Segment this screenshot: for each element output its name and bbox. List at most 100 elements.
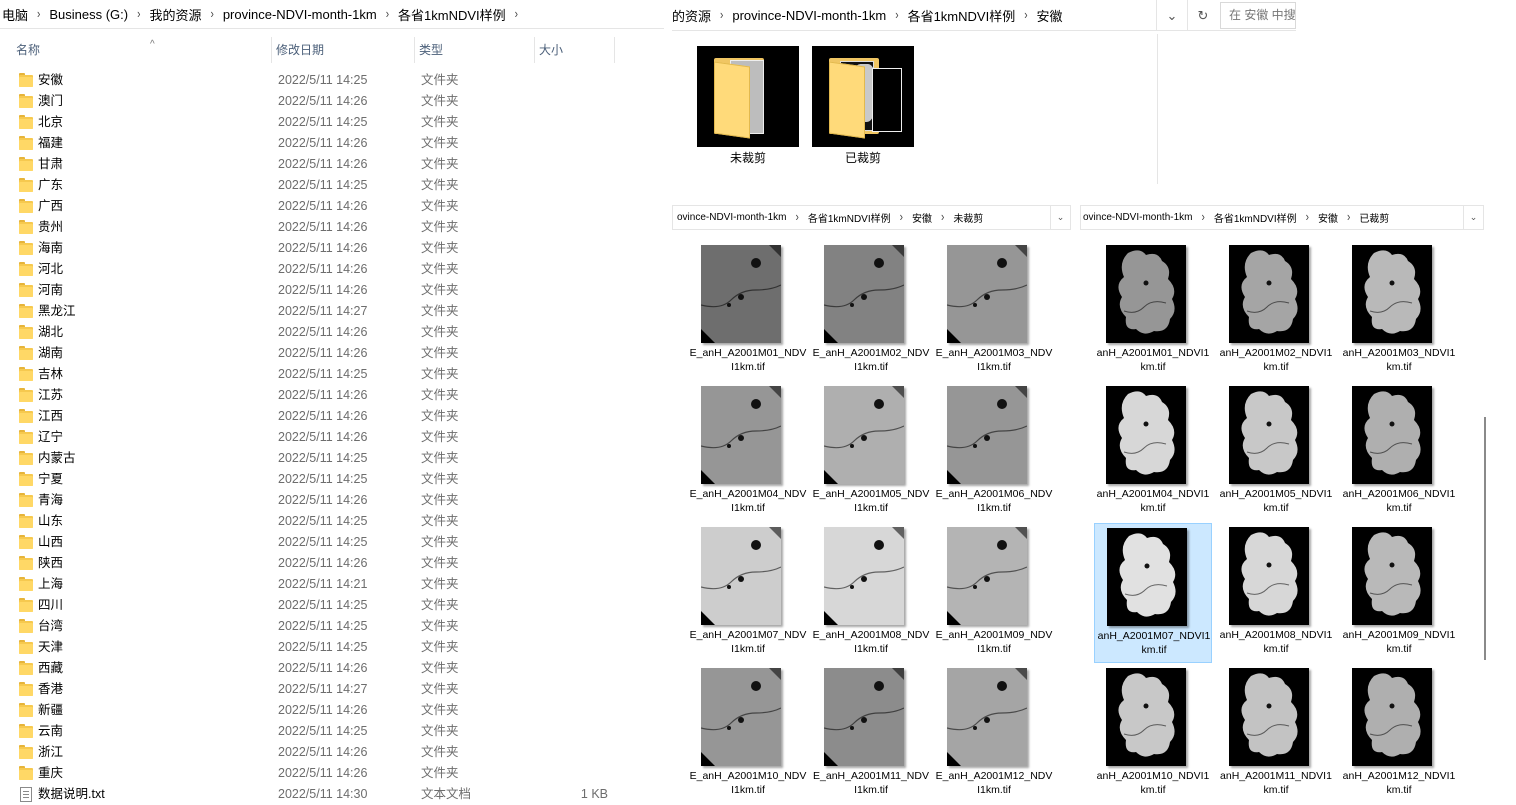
chevron-down-icon[interactable]: ⌄ bbox=[1463, 206, 1483, 229]
file-tile[interactable]: anH_A2001M01_NDVI1 km.tif bbox=[1094, 241, 1212, 381]
column-type[interactable]: 类型 bbox=[417, 37, 535, 63]
list-item[interactable]: 陕西 2022/5/11 14:26 文件夹 bbox=[0, 553, 664, 574]
scrollbar[interactable] bbox=[1484, 417, 1486, 660]
breadcrumb-item[interactable]: ovince-NDVI-month-1km bbox=[1083, 212, 1192, 223]
file-size: 1 KB bbox=[580, 787, 608, 801]
file-tile[interactable]: anH_A2001M09_NDVI1 km.tif bbox=[1340, 523, 1458, 663]
list-item[interactable]: 山西 2022/5/11 14:25 文件夹 bbox=[0, 532, 664, 553]
file-tile[interactable]: E_anH_A2001M01_NDV I1km.tif bbox=[689, 241, 807, 381]
file-name-line2: km.tif bbox=[1140, 361, 1166, 373]
file-tile[interactable]: anH_A2001M12_NDVI1 km.tif bbox=[1340, 664, 1458, 804]
file-tile[interactable]: E_anH_A2001M02_NDV I1km.tif bbox=[812, 241, 930, 381]
file-tile[interactable]: E_anH_A2001M12_NDV I1km.tif bbox=[935, 664, 1053, 804]
file-type: 文件夹 bbox=[421, 535, 459, 549]
list-item[interactable]: 吉林 2022/5/11 14:25 文件夹 bbox=[0, 364, 664, 385]
list-item[interactable]: 澳门 2022/5/11 14:26 文件夹 bbox=[0, 91, 664, 112]
address-bar[interactable]: 电脑 › Business (G:) › 我的资源 › province-NDVI-mont… bbox=[0, 0, 664, 29]
list-item[interactable]: 北京 2022/5/11 14:25 文件夹 bbox=[0, 112, 664, 133]
list-item[interactable]: 香港 2022/5/11 14:27 文件夹 bbox=[0, 679, 664, 700]
list-item[interactable]: 江苏 2022/5/11 14:26 文件夹 bbox=[0, 385, 664, 406]
list-item[interactable]: 山东 2022/5/11 14:25 文件夹 bbox=[0, 511, 664, 532]
file-tile[interactable]: E_anH_A2001M06_NDV I1km.tif bbox=[935, 382, 1053, 522]
address-bar[interactable]: ovince-NDVI-month-1km › 各省1kmNDVI样例 › 安徽 › 已裁剪… bbox=[1080, 205, 1484, 230]
list-item[interactable]: 广西 2022/5/11 14:26 文件夹 bbox=[0, 196, 664, 217]
chevron-down-icon[interactable]: ⌄ bbox=[1050, 206, 1070, 229]
file-name-line1: anH_A2001M08_NDVI1 bbox=[1219, 629, 1333, 641]
list-item[interactable]: 上海 2022/5/11 14:21 文件夹 bbox=[0, 574, 664, 595]
file-tile[interactable]: E_anH_A2001M07_NDV I1km.tif bbox=[689, 523, 807, 663]
breadcrumb-item[interactable]: 各省1kmNDVI样例 bbox=[398, 5, 506, 24]
file-tile[interactable]: E_anH_A2001M04_NDV I1km.tif bbox=[689, 382, 807, 522]
breadcrumb-item[interactable]: 各省1kmNDVI样例 bbox=[908, 6, 1016, 25]
list-item[interactable]: 云南 2022/5/11 14:25 文件夹 bbox=[0, 721, 664, 742]
breadcrumb-item[interactable]: Business (G:) bbox=[49, 7, 128, 22]
breadcrumb-item[interactable]: province-NDVI-month-1km bbox=[732, 8, 886, 23]
column-date[interactable]: 修改日期 bbox=[274, 37, 415, 63]
list-item[interactable]: 新疆 2022/5/11 14:26 文件夹 bbox=[0, 700, 664, 721]
file-tile[interactable]: anH_A2001M06_NDVI1 km.tif bbox=[1340, 382, 1458, 522]
breadcrumb-item[interactable]: 安徽 bbox=[1037, 6, 1063, 25]
list-item[interactable]: 贵州 2022/5/11 14:26 文件夹 bbox=[0, 217, 664, 238]
list-item[interactable]: 海南 2022/5/11 14:26 文件夹 bbox=[0, 238, 664, 259]
file-tile[interactable]: anH_A2001M08_NDVI1 km.tif bbox=[1217, 523, 1335, 663]
breadcrumb-item[interactable]: 电脑 bbox=[2, 5, 28, 24]
column-name[interactable]: ^ 名称 bbox=[14, 37, 272, 63]
file-tile[interactable]: E_anH_A2001M10_NDV I1km.tif bbox=[689, 664, 807, 804]
list-item[interactable]: 青海 2022/5/11 14:26 文件夹 bbox=[0, 490, 664, 511]
file-name: 安徽 bbox=[38, 73, 64, 87]
list-item[interactable]: 内蒙古 2022/5/11 14:25 文件夹 bbox=[0, 448, 664, 469]
refresh-icon[interactable]: ↻ bbox=[1187, 0, 1218, 31]
search-input[interactable]: 在 安徽 中搜 bbox=[1220, 2, 1296, 29]
list-item[interactable]: 福建 2022/5/11 14:26 文件夹 bbox=[0, 133, 664, 154]
breadcrumb-item[interactable]: 未裁剪 bbox=[953, 210, 983, 225]
list-item[interactable]: 湖南 2022/5/11 14:26 文件夹 bbox=[0, 343, 664, 364]
file-tile[interactable]: anH_A2001M02_NDVI1 km.tif bbox=[1217, 241, 1335, 381]
file-tile[interactable]: E_anH_A2001M08_NDV I1km.tif bbox=[812, 523, 930, 663]
breadcrumb-item[interactable]: 安徽 bbox=[1318, 210, 1338, 225]
breadcrumb-item[interactable]: 各省1kmNDVI样例 bbox=[1214, 210, 1297, 225]
file-name: 贵州 bbox=[38, 220, 64, 234]
list-item[interactable]: 辽宁 2022/5/11 14:26 文件夹 bbox=[0, 427, 664, 448]
chevron-down-icon[interactable]: ⌄ bbox=[1156, 0, 1187, 31]
list-item[interactable]: 河南 2022/5/11 14:26 文件夹 bbox=[0, 280, 664, 301]
list-item[interactable]: 广东 2022/5/11 14:25 文件夹 bbox=[0, 175, 664, 196]
list-item[interactable]: 安徽 2022/5/11 14:25 文件夹 bbox=[0, 70, 664, 91]
breadcrumb-item[interactable]: 安徽 bbox=[912, 210, 932, 225]
breadcrumb-item[interactable]: 我的资源 bbox=[149, 5, 201, 24]
address-bar[interactable]: 的资源 › province-NDVI-month-1km › 各省1kmNDVI样例 ›… bbox=[672, 0, 1296, 31]
list-item[interactable]: 黑龙江 2022/5/11 14:27 文件夹 bbox=[0, 301, 664, 322]
address-bar[interactable]: ovince-NDVI-month-1km › 各省1kmNDVI样例 › 安徽 › 未裁剪… bbox=[672, 205, 1071, 230]
file-tile[interactable]: anH_A2001M04_NDVI1 km.tif bbox=[1094, 382, 1212, 522]
folder-tile[interactable]: 已裁剪 bbox=[812, 46, 914, 166]
breadcrumb-item[interactable]: ovince-NDVI-month-1km bbox=[677, 212, 786, 223]
file-tile[interactable]: E_anH_A2001M09_NDV I1km.tif bbox=[935, 523, 1053, 663]
list-item[interactable]: 湖北 2022/5/11 14:26 文件夹 bbox=[0, 322, 664, 343]
file-tile[interactable]: E_anH_A2001M05_NDV I1km.tif bbox=[812, 382, 930, 522]
file-tile[interactable]: anH_A2001M07_NDVI1 km.tif bbox=[1094, 523, 1212, 663]
list-item[interactable]: 四川 2022/5/11 14:25 文件夹 bbox=[0, 595, 664, 616]
list-item[interactable]: 江西 2022/5/11 14:26 文件夹 bbox=[0, 406, 664, 427]
list-item[interactable]: 西藏 2022/5/11 14:26 文件夹 bbox=[0, 658, 664, 679]
file-tile[interactable]: anH_A2001M11_NDVI1 km.tif bbox=[1217, 664, 1335, 804]
list-item[interactable]: 甘肃 2022/5/11 14:26 文件夹 bbox=[0, 154, 664, 175]
breadcrumb-item[interactable]: 的资源 bbox=[672, 6, 711, 25]
column-size[interactable]: 大小 bbox=[537, 37, 615, 63]
file-tile[interactable]: anH_A2001M05_NDVI1 km.tif bbox=[1217, 382, 1335, 522]
list-item[interactable]: 宁夏 2022/5/11 14:25 文件夹 bbox=[0, 469, 664, 490]
list-item[interactable]: 台湾 2022/5/11 14:25 文件夹 bbox=[0, 616, 664, 637]
file-tile[interactable]: anH_A2001M03_NDVI1 km.tif bbox=[1340, 241, 1458, 381]
breadcrumb-item[interactable]: 已裁剪 bbox=[1359, 210, 1389, 225]
list-item[interactable]: 天津 2022/5/11 14:25 文件夹 bbox=[0, 637, 664, 658]
file-date: 2022/5/11 14:26 bbox=[278, 136, 368, 150]
file-tile[interactable]: E_anH_A2001M03_NDV I1km.tif bbox=[935, 241, 1053, 381]
list-item[interactable]: 浙江 2022/5/11 14:26 文件夹 bbox=[0, 742, 664, 763]
list-item[interactable]: 重庆 2022/5/11 14:26 文件夹 bbox=[0, 763, 664, 784]
file-tile[interactable]: E_anH_A2001M11_NDV I1km.tif bbox=[812, 664, 930, 804]
breadcrumb-item[interactable]: 各省1kmNDVI样例 bbox=[808, 210, 891, 225]
file-name-line1: anH_A2001M07_NDVI1 bbox=[1097, 630, 1211, 642]
file-tile[interactable]: anH_A2001M10_NDVI1 km.tif bbox=[1094, 664, 1212, 804]
list-item[interactable]: 数据说明.txt 2022/5/11 14:30 文本文档 1 KB bbox=[0, 784, 664, 805]
breadcrumb-item[interactable]: province-NDVI-month-1km bbox=[223, 7, 377, 22]
folder-tile[interactable]: 未裁剪 bbox=[697, 46, 799, 166]
list-item[interactable]: 河北 2022/5/11 14:26 文件夹 bbox=[0, 259, 664, 280]
